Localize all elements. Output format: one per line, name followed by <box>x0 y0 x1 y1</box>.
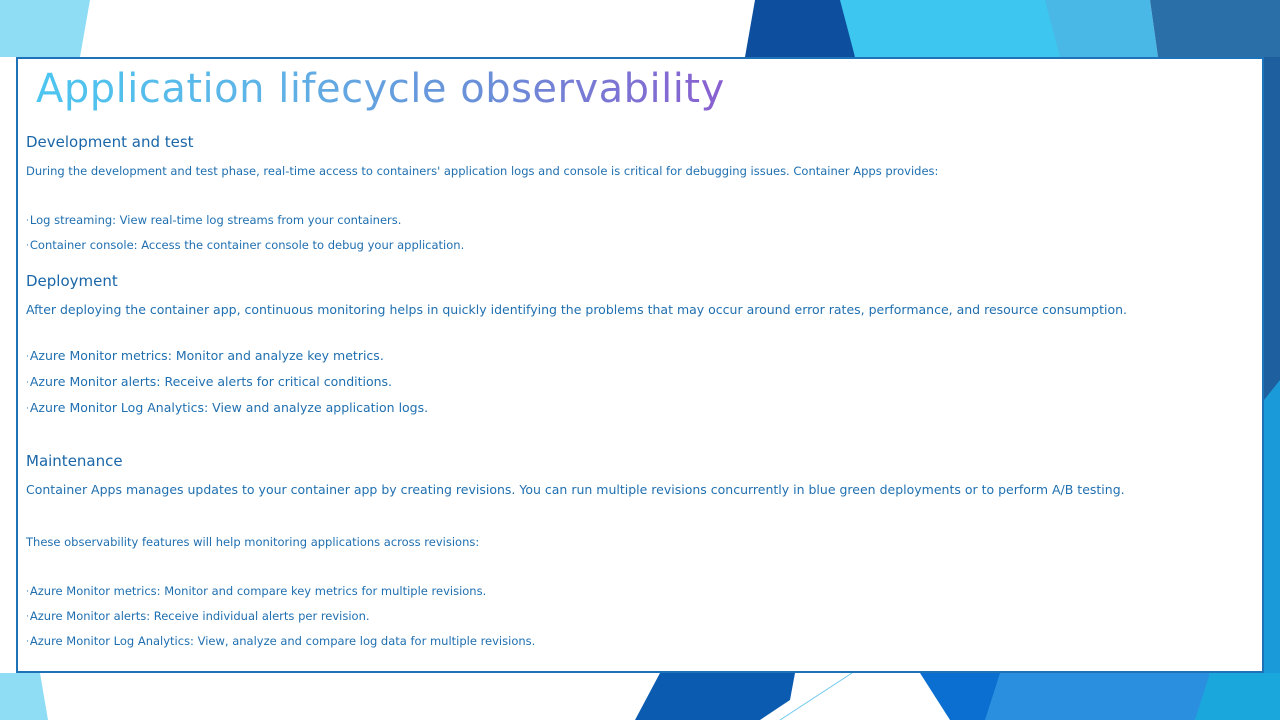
bullet-item: ·Azure Monitor Log Analytics: View and a… <box>26 400 429 415</box>
bullet-dot-icon: · <box>26 216 29 226</box>
bullet-dot-icon: · <box>26 612 29 622</box>
bullet-item: ·Azure Monitor alerts: Receive individua… <box>26 609 370 623</box>
section-heading-deployment: Deployment <box>26 272 118 290</box>
section-intro-maintenance: Container Apps manages updates to your c… <box>26 482 1125 497</box>
section-note-maintenance: These observability features will help m… <box>26 535 480 549</box>
bullet-item: ·Log streaming: View real-time log strea… <box>26 213 402 227</box>
bullet-dot-icon: · <box>26 637 29 647</box>
bullet-dot-icon: · <box>26 378 29 388</box>
bullet-dot-icon: · <box>26 404 29 414</box>
bullet-item: ·Azure Monitor metrics: Monitor and comp… <box>26 584 487 598</box>
slide-title: Application lifecycle observability <box>36 63 725 115</box>
bullet-item: ·Container console: Access the container… <box>26 238 465 252</box>
bullet-item: ·Azure Monitor Log Analytics: View, anal… <box>26 634 536 648</box>
section-intro-deployment: After deploying the container app, conti… <box>26 302 1128 317</box>
bullet-dot-icon: · <box>26 587 29 597</box>
bullet-item: ·Azure Monitor metrics: Monitor and anal… <box>26 348 384 363</box>
slide-content-panel: Application lifecycle observability Deve… <box>16 57 1264 673</box>
section-heading-development: Development and test <box>26 133 194 151</box>
bullet-dot-icon: · <box>26 352 29 362</box>
bullet-item: ·Azure Monitor alerts: Receive alerts fo… <box>26 374 393 389</box>
section-heading-maintenance: Maintenance <box>26 452 123 470</box>
bullet-dot-icon: · <box>26 241 29 251</box>
section-intro-development: During the development and test phase, r… <box>26 164 939 178</box>
